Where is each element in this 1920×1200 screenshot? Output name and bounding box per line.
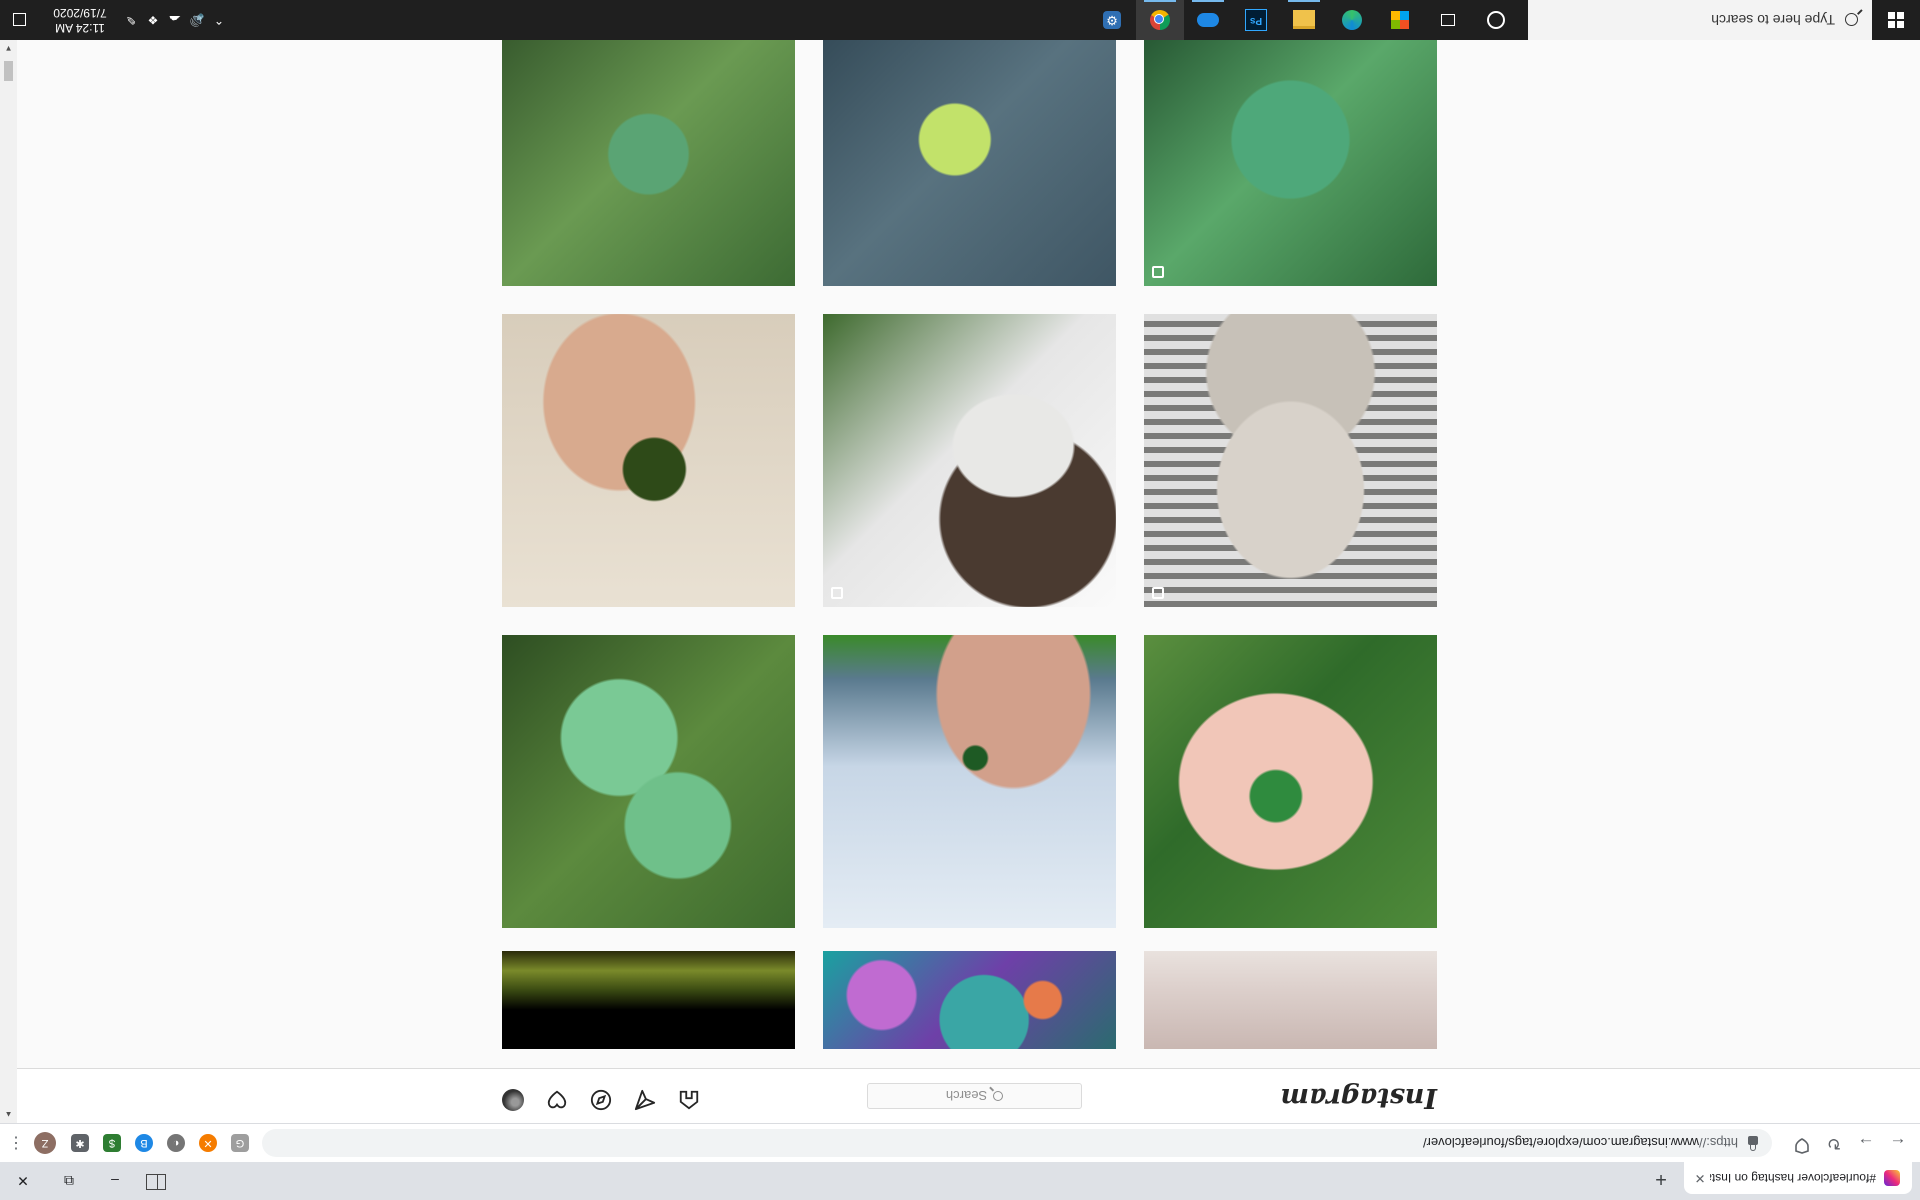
profile-avatar[interactable] <box>502 1089 524 1111</box>
post-tile[interactable] <box>502 951 795 1049</box>
post-tile[interactable] <box>502 314 795 607</box>
multiple-photos-icon <box>1152 266 1164 278</box>
browser-menu-button[interactable]: ⋮ <box>6 1133 26 1153</box>
post-tile[interactable] <box>1144 0 1437 286</box>
extension-dollar-icon[interactable]: $ <box>103 1134 121 1152</box>
explore-icon[interactable] <box>590 1089 612 1111</box>
restore-button[interactable]: ⧉ <box>46 1162 92 1200</box>
shield-icon[interactable] <box>1790 1131 1814 1155</box>
pen-icon[interactable]: ✎ <box>120 13 142 27</box>
system-tray: ⌃ 🔊 ☁ ❖ ✎ 11:24 AM 7/19/2020 <box>0 0 230 40</box>
instagram-header: Instagram Search <box>17 1068 1920 1123</box>
browser-toolbar: ← → ↻ https:// www.instagram.com/explore… <box>0 1123 1920 1162</box>
browser-tab[interactable]: #fourleafclover hashtag on Insta... ✕ <box>1684 1162 1912 1194</box>
cloud-icon[interactable]: ☁ <box>164 13 186 27</box>
taskbar-clock[interactable]: 11:24 AM 7/19/2020 <box>40 5 120 35</box>
clock-time: 11:24 AM <box>55 21 105 35</box>
tab-close-icon[interactable]: ✕ <box>1690 1170 1710 1186</box>
lock-icon[interactable] <box>1748 1136 1758 1146</box>
start-button[interactable] <box>1872 0 1920 40</box>
taskbar-search-placeholder: Type here to search <box>1711 12 1835 28</box>
post-tile[interactable] <box>823 951 1116 1049</box>
onedrive-icon[interactable] <box>1184 0 1232 40</box>
post-image-masked-person <box>823 314 1116 607</box>
browser-tabstrip: #fourleafclover hashtag on Insta... ✕ + … <box>0 1162 1920 1200</box>
profile-avatar[interactable]: Z <box>34 1132 56 1154</box>
extension-x-icon[interactable]: ✕ <box>199 1134 217 1152</box>
post-image-statue <box>1144 314 1437 607</box>
instagram-page: Instagram Search ▲ ▼ <box>0 0 1920 1123</box>
post-image-clover-patch <box>502 635 795 928</box>
scroll-down-arrow[interactable]: ▼ <box>0 40 17 57</box>
screen: #fourleafclover hashtag on Insta... ✕ + … <box>0 0 1920 1200</box>
post-tile[interactable] <box>1144 314 1437 607</box>
scroll-up-arrow[interactable]: ▲ <box>0 1106 17 1123</box>
home-icon[interactable] <box>678 1089 700 1111</box>
post-tile[interactable] <box>823 314 1116 607</box>
minimize-button[interactable]: – <box>92 1162 138 1200</box>
post-image-leather-clover <box>823 0 1116 286</box>
multiple-photos-icon <box>1152 587 1164 599</box>
extension-g-icon[interactable]: G <box>231 1134 249 1152</box>
reload-button[interactable]: ↻ <box>1822 1131 1846 1155</box>
url-scheme: https:// <box>1698 1135 1738 1151</box>
show-hidden-icons[interactable]: ⌃ <box>208 13 230 27</box>
volume-icon[interactable]: 🔊 <box>186 13 208 27</box>
taskbar-search-input[interactable]: Type here to search <box>1528 0 1872 40</box>
photoshop-icon[interactable]: Ps <box>1232 0 1280 40</box>
action-center-icon[interactable] <box>0 0 40 40</box>
post-image-palm-clover <box>1144 635 1437 928</box>
search-icon <box>993 1091 1004 1101</box>
post-image-coral <box>823 951 1116 1049</box>
chrome-icon[interactable] <box>1136 0 1184 40</box>
search-input[interactable]: Search <box>867 1083 1082 1109</box>
search-icon <box>1845 13 1858 27</box>
instagram-nav <box>502 1089 722 1111</box>
post-tile[interactable] <box>1144 635 1437 928</box>
settings-icon[interactable]: ⚙ <box>1088 0 1136 40</box>
post-tile[interactable] <box>823 0 1116 286</box>
multiple-photos-icon <box>831 587 843 599</box>
extension-b-icon[interactable]: B <box>135 1134 153 1152</box>
extension-circle-icon[interactable]: ◐ <box>167 1134 185 1152</box>
post-tile[interactable] <box>502 0 795 286</box>
cortana-icon[interactable] <box>1472 0 1520 40</box>
task-view-icon[interactable] <box>1424 0 1472 40</box>
extensions-puzzle-icon[interactable]: ✱ <box>71 1134 89 1152</box>
activity-icon[interactable] <box>546 1089 568 1111</box>
tab-layout-icon[interactable] <box>146 1174 166 1190</box>
taskbar-apps: Ps ⚙ <box>1088 0 1520 40</box>
instagram-favicon-icon <box>1884 1170 1900 1186</box>
page-scrollbar[interactable]: ▲ ▼ <box>0 40 17 1123</box>
search-placeholder: Search <box>945 1088 988 1104</box>
post-image-grass-clover <box>1144 0 1437 286</box>
post-image-dark-clover <box>502 314 795 607</box>
back-button[interactable]: ← <box>1886 1131 1910 1155</box>
post-tile[interactable] <box>823 635 1116 928</box>
post-image-weeds <box>502 0 795 286</box>
direct-icon[interactable] <box>634 1089 656 1111</box>
post-image-sky-clover <box>823 635 1116 928</box>
scrollbar-thumb[interactable] <box>4 61 13 81</box>
microsoft-store-icon[interactable] <box>1376 0 1424 40</box>
instagram-logo[interactable]: Instagram <box>1280 1082 1437 1113</box>
address-bar[interactable]: https:// www.instagram.com/explore/tags/… <box>262 1129 1772 1157</box>
forward-button[interactable]: → <box>1854 1131 1878 1155</box>
url-text: www.instagram.com/explore/tags/fourleafc… <box>1422 1135 1699 1151</box>
post-image-moss <box>502 951 795 1049</box>
dropbox-icon[interactable]: ❖ <box>142 13 164 27</box>
edge-icon[interactable] <box>1328 0 1376 40</box>
clock-date: 7/19/2020 <box>53 6 107 20</box>
close-window-button[interactable]: ✕ <box>0 1162 46 1200</box>
new-tab-button[interactable]: + <box>1648 1166 1674 1192</box>
post-tile[interactable] <box>1144 951 1437 1049</box>
file-explorer-icon[interactable] <box>1280 0 1328 40</box>
post-tile[interactable] <box>502 635 795 928</box>
post-image-tattoo <box>1144 951 1437 1049</box>
tab-title: #fourleafclover hashtag on Insta... <box>1710 1171 1876 1185</box>
windows-taskbar: Type here to search Ps ⚙ ⌃ 🔊 ☁ ❖ ✎ 11:24… <box>0 0 1920 40</box>
